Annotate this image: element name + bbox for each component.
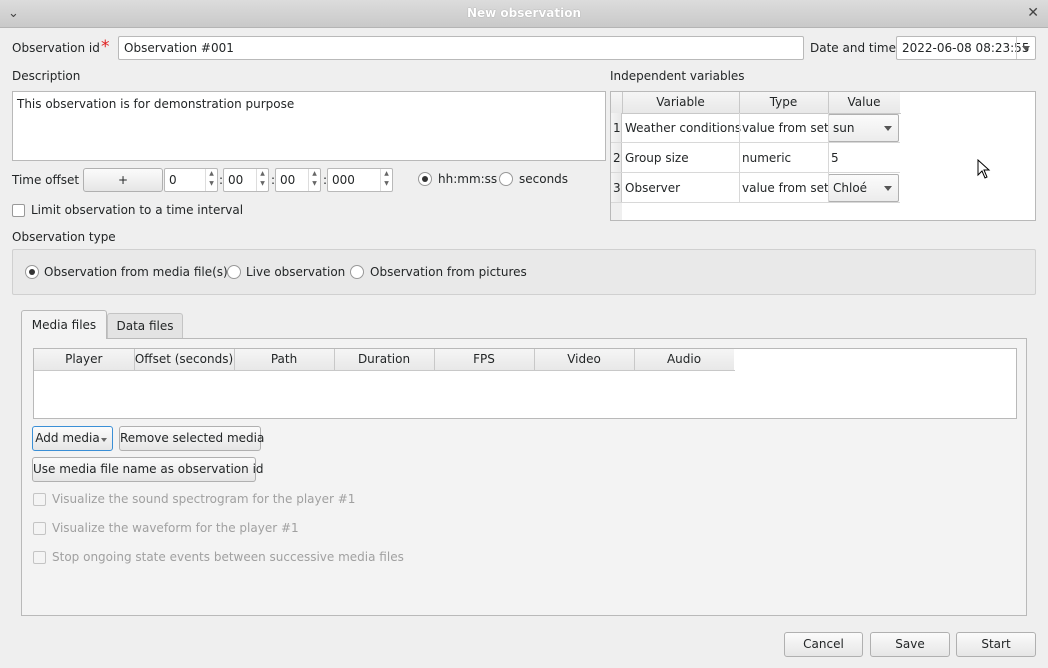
tab-media-files[interactable]: Media files: [21, 310, 107, 339]
variables-rows: 1 Weather conditions value from set sun …: [611, 113, 900, 203]
observation-id-input[interactable]: Observation #001: [118, 36, 804, 60]
column-header[interactable]: Offset (seconds): [134, 349, 235, 371]
spin-arrows-icon[interactable]: ▲ ▼: [256, 169, 268, 191]
variable-name: Weather conditions: [625, 121, 742, 135]
stop-state-events-label: Stop ongoing state events between succes…: [52, 550, 404, 564]
milliseconds-value: 000: [332, 173, 355, 187]
remove-selected-media-button[interactable]: Remove selected media: [119, 426, 264, 451]
use-filename-as-id-button[interactable]: Use media file name as observation id: [32, 457, 264, 482]
minutes-spinbox[interactable]: 00 ▲ ▼: [223, 168, 269, 192]
spectrogram-checkbox[interactable]: [33, 493, 46, 506]
column-header[interactable]: Duration: [334, 349, 435, 371]
date-time-label: Date and time: [810, 41, 896, 55]
observer-value-combo[interactable]: Chloé: [828, 174, 899, 202]
column-header[interactable]: Player: [34, 349, 135, 371]
column-header[interactable]: Type: [739, 92, 829, 114]
column-header[interactable]: Video: [534, 349, 635, 371]
table-row[interactable]: 3 Observer value from set Chloé: [611, 173, 900, 203]
table-row[interactable]: 2 Group size numeric 5: [611, 143, 900, 173]
live-observation-radio[interactable]: [227, 265, 241, 279]
waveform-checkbox[interactable]: [33, 522, 46, 535]
observation-type-title: Observation type: [12, 230, 116, 244]
chevron-down-icon: [101, 438, 107, 442]
required-mark: *: [101, 37, 110, 57]
group-size-value[interactable]: 5: [831, 151, 839, 165]
start-button[interactable]: Start: [956, 632, 1036, 657]
spin-arrows-icon[interactable]: ▲ ▼: [308, 169, 320, 191]
date-time-input[interactable]: 2022-06-08 08:23:55: [896, 36, 1036, 60]
date-time-dropdown-button[interactable]: [1016, 37, 1035, 59]
row-number: 3: [613, 181, 621, 195]
row-number: 2: [613, 151, 621, 165]
tab-label: Data files: [116, 319, 174, 333]
table-header-row: Player Offset (seconds) Path Duration FP…: [34, 349, 735, 371]
variable-name: Observer: [625, 181, 681, 195]
spectrogram-label: Visualize the sound spectrogram for the …: [52, 492, 356, 506]
independent-variables-title: Independent variables: [610, 69, 745, 83]
minutes-value: 00: [228, 173, 244, 187]
row-number: 1: [613, 121, 621, 135]
column-header[interactable]: Audio: [634, 349, 735, 371]
pictures-radio[interactable]: [350, 265, 364, 279]
seconds-value: 00: [280, 173, 296, 187]
format-seconds-label[interactable]: seconds: [519, 172, 568, 186]
stop-state-events-checkbox[interactable]: [33, 551, 46, 564]
format-hms-radio[interactable]: [418, 172, 432, 186]
limit-interval-label[interactable]: Limit observation to a time interval: [31, 203, 243, 217]
description-text: This observation is for demonstration pu…: [17, 97, 295, 111]
hours-spinbox[interactable]: 0 ▲ ▼: [164, 168, 218, 192]
media-files-option[interactable]: Observation from media file(s): [44, 265, 228, 279]
independent-variables-table[interactable]: Variable Type Value 1 Weather conditions…: [610, 91, 1036, 221]
media-files-radio[interactable]: [25, 265, 39, 279]
live-observation-option[interactable]: Live observation: [246, 265, 345, 279]
description-textarea[interactable]: This observation is for demonstration pu…: [12, 91, 606, 161]
variable-type: numeric: [742, 151, 792, 165]
media-files-panel: Player Offset (seconds) Path Duration FP…: [21, 338, 1027, 616]
save-button[interactable]: Save: [870, 632, 950, 657]
milliseconds-spinbox[interactable]: 000 ▲ ▼: [327, 168, 393, 192]
weather-value-combo[interactable]: sun: [828, 114, 899, 142]
variable-type: value from set: [742, 181, 829, 195]
cancel-button[interactable]: Cancel: [784, 632, 863, 657]
observation-id-label: Observation id: [12, 41, 100, 55]
format-seconds-radio[interactable]: [499, 172, 513, 186]
row-number-header: [611, 92, 623, 114]
add-media-label: Add media: [35, 431, 100, 445]
mouse-cursor-icon: [977, 159, 991, 179]
close-icon[interactable]: ✕: [1027, 6, 1039, 20]
observation-type-group: Observation from media file(s) Live obse…: [12, 249, 1036, 295]
window-title: New observation: [466, 6, 582, 20]
title-bar[interactable]: ⌄ New observation ✕: [0, 0, 1048, 28]
variable-name: Group size: [625, 151, 689, 165]
chevron-down-icon: [884, 126, 892, 131]
time-offset-sign-button[interactable]: +: [83, 168, 163, 192]
spin-arrows-icon[interactable]: ▲ ▼: [380, 169, 392, 191]
column-header[interactable]: Path: [234, 349, 335, 371]
column-header[interactable]: FPS: [434, 349, 535, 371]
media-files-table[interactable]: Player Offset (seconds) Path Duration FP…: [33, 348, 1017, 419]
spin-arrows-icon[interactable]: ▲ ▼: [205, 169, 217, 191]
waveform-label: Visualize the waveform for the player #1: [52, 521, 299, 535]
combo-value: Chloé: [833, 181, 868, 195]
hours-value: 0: [169, 173, 177, 187]
chevron-down-icon: [1022, 46, 1030, 51]
format-hms-label[interactable]: hh:mm:ss: [438, 172, 497, 186]
combo-value: sun: [833, 121, 855, 135]
table-header-row: Variable Type Value: [611, 92, 901, 114]
pictures-option[interactable]: Observation from pictures: [370, 265, 527, 279]
variable-type: value from set: [742, 121, 829, 135]
limit-interval-checkbox[interactable]: [12, 204, 25, 217]
time-offset-label: Time offset: [12, 173, 80, 187]
table-row[interactable]: 1 Weather conditions value from set sun: [611, 113, 900, 143]
seconds-spinbox[interactable]: 00 ▲ ▼: [275, 168, 321, 192]
description-label: Description: [12, 69, 81, 83]
add-media-button[interactable]: Add media: [32, 426, 113, 451]
date-time-value: 2022-06-08 08:23:55: [902, 41, 1030, 55]
column-header[interactable]: Value: [828, 92, 901, 114]
chevron-down-icon: [884, 186, 892, 191]
tab-data-files[interactable]: Data files: [107, 313, 183, 338]
tab-label: Media files: [31, 318, 97, 332]
column-header[interactable]: Variable: [622, 92, 740, 114]
